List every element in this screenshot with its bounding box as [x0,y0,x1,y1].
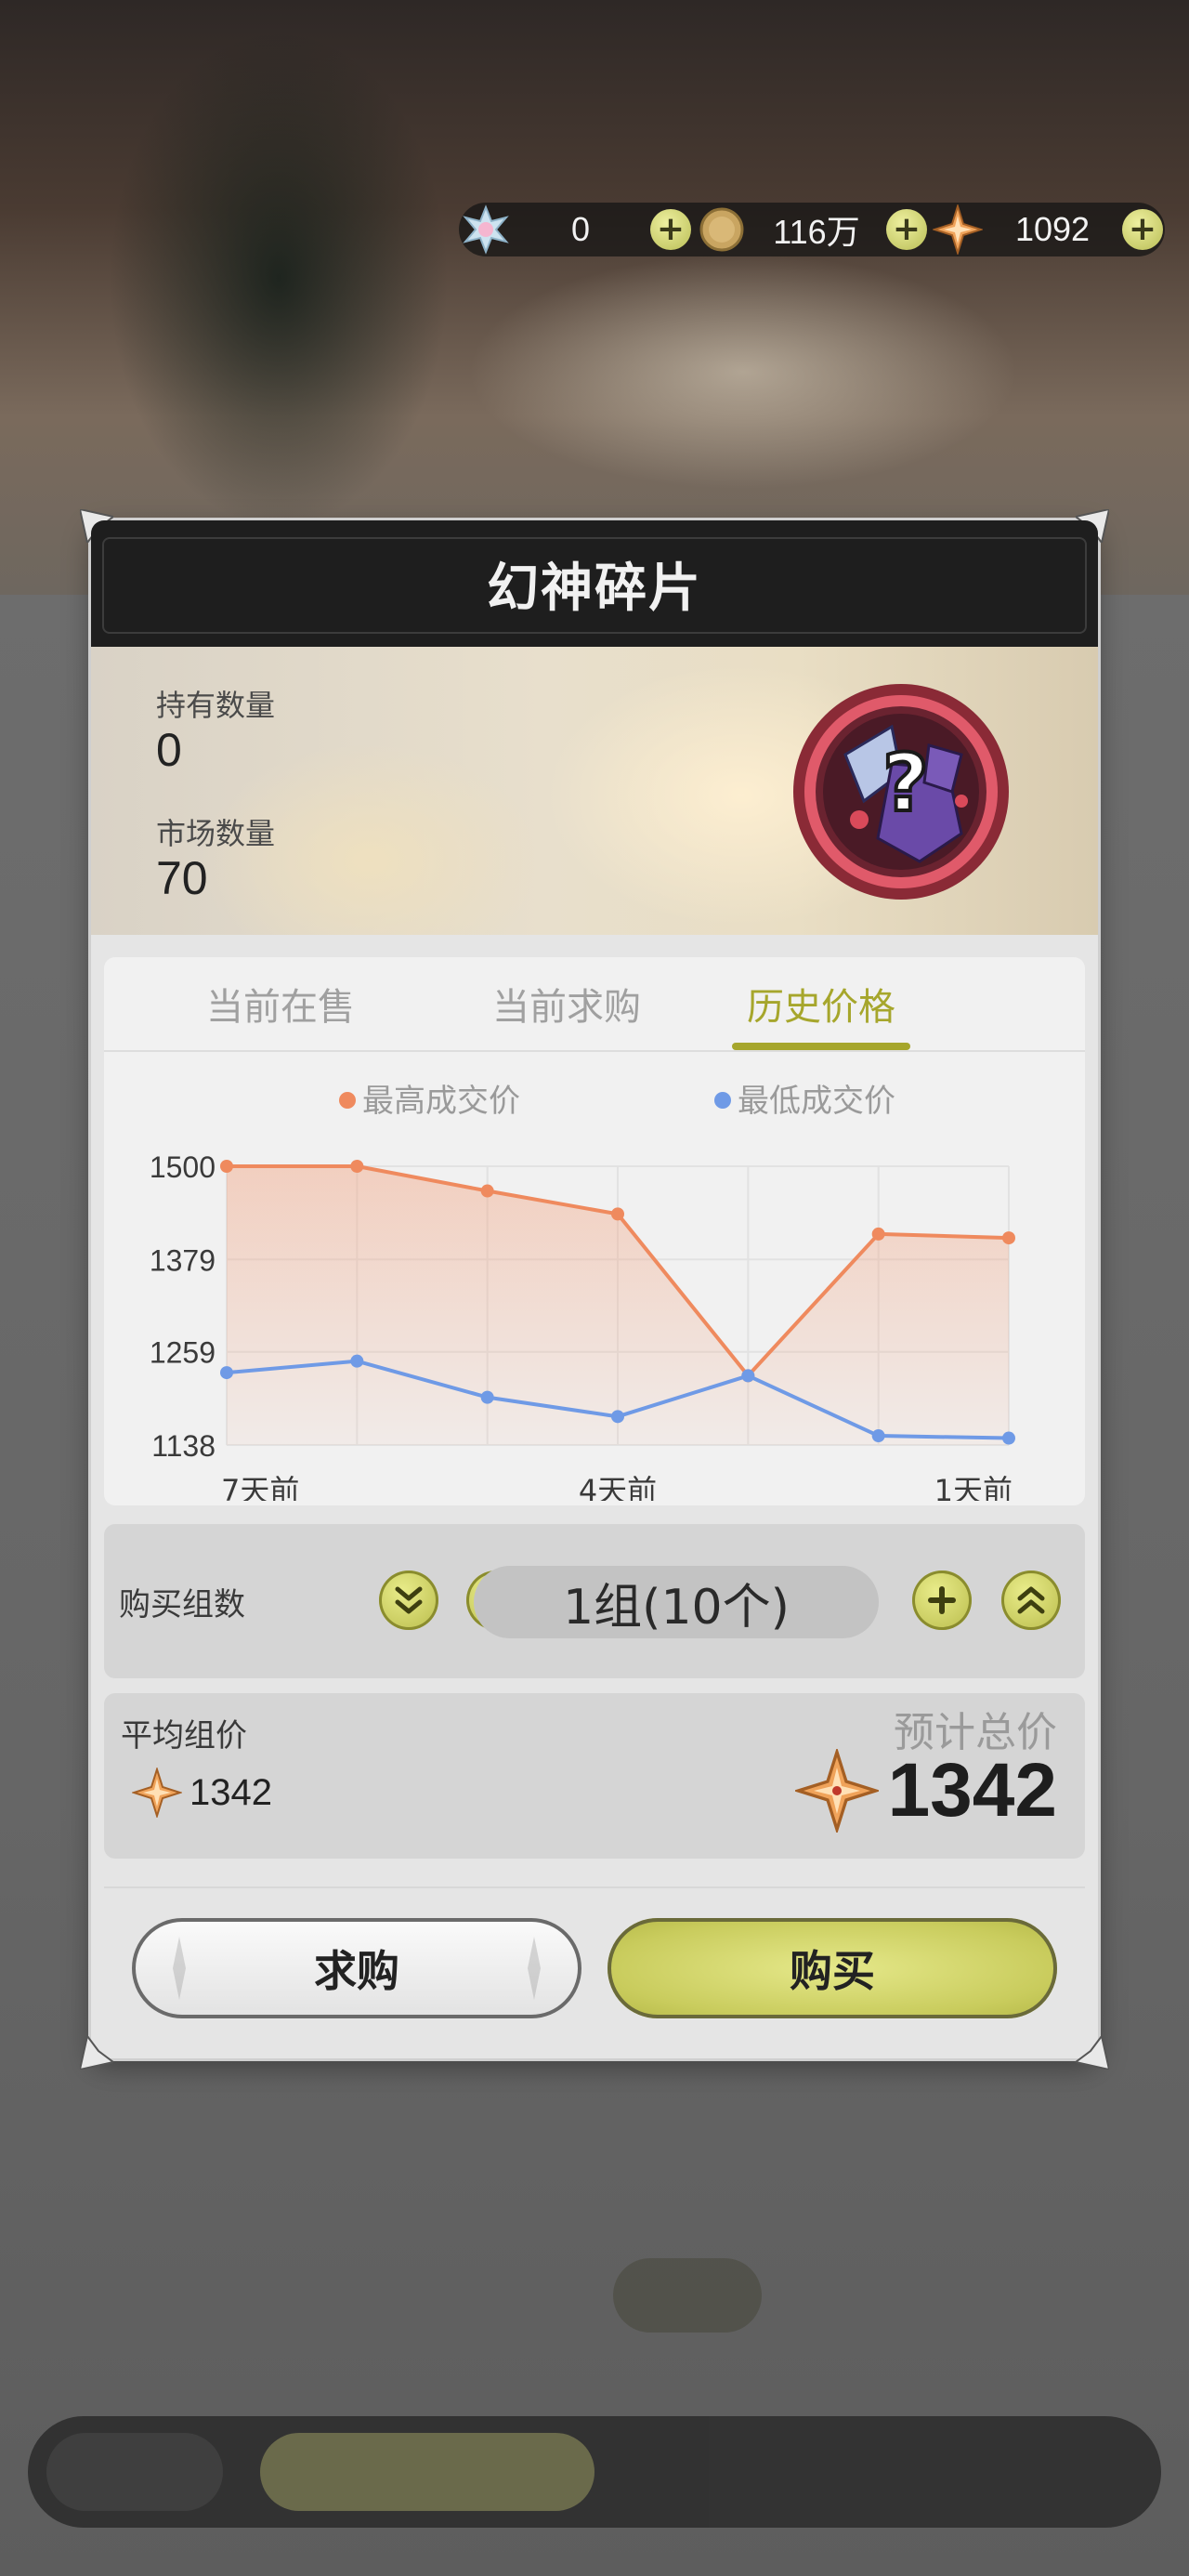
plus-icon [928,1586,956,1614]
price-history-chart: 最高成交价 最低成交价 1500 1379 1259 11387天前 4天前 1天前 [150,1083,1015,1501]
data-point [480,1390,494,1404]
buy-quantity-label: 购买组数 [119,1585,245,1623]
y-tick-label: 1259 [150,1336,216,1370]
star-shard-count: 1092 [1014,210,1091,248]
total-price: 1342 [794,1747,1057,1834]
total-price-value: 1342 [887,1748,1057,1833]
increase-many-button[interactable] [1001,1571,1061,1630]
market-label: 市场数量 [156,816,276,851]
star-shard-icon [933,204,983,255]
button-ornament-icon [528,1937,541,2000]
data-point [480,1184,494,1198]
quantity-display[interactable]: 1组(10个) [474,1566,879,1638]
request-button[interactable]: 求购 [132,1918,581,2018]
data-point [220,1366,233,1380]
average-price-label: 平均组价 [121,1717,247,1755]
background-chip [613,2258,762,2333]
add-star-shard-button[interactable]: + [1122,209,1163,250]
add-crystal-button[interactable]: + [650,209,691,250]
currency-star-shard: 1092 + [933,203,1163,256]
legend-label: 最低成交价 [738,1083,895,1120]
legend-marker [714,1092,731,1109]
data-point [350,1354,364,1368]
background-scene [0,0,1189,595]
y-tick-label: 1379 [150,1243,216,1277]
data-point [220,1160,233,1173]
button-ornament-icon [173,1937,186,2000]
decrease-many-button[interactable] [379,1571,438,1630]
divider [104,1886,1085,1888]
x-tick-label: 7天前 [221,1473,299,1501]
average-price: 1342 [132,1768,272,1818]
x-tick-label: 1天前 [934,1473,1013,1501]
legend-label: 最高成交价 [362,1083,520,1120]
market-item-dialog: 幻神碎片 持有数量 0 市场数量 70 ? 当前在售 当前求购 历史价格 最高成… [80,509,1109,2070]
double-chevron-down-icon [395,1586,423,1614]
crystal-icon [463,204,509,255]
currency-crystal: 0 + [461,203,691,256]
data-point [741,1369,755,1383]
tab-bar: 当前在售 当前求购 历史价格 [104,957,1085,1052]
y-tick-label: 1138 [151,1429,216,1463]
buy-button[interactable]: 购买 [608,1918,1057,2018]
star-shard-icon [794,1749,879,1833]
star-shard-icon [132,1768,182,1818]
data-point [1002,1231,1015,1245]
data-point [611,1207,624,1221]
data-point [1002,1431,1015,1445]
data-point [611,1410,624,1424]
owned-value: 0 [156,724,182,776]
legend-marker [339,1092,356,1109]
item-info-panel: 持有数量 0 市场数量 70 ? [91,647,1098,935]
crystal-count: 0 [570,210,591,248]
add-coin-button[interactable]: + [886,209,927,250]
double-chevron-up-icon [1017,1586,1045,1614]
buy-button-label: 购买 [790,1946,875,1996]
currency-bar: 0 + 116万 + 1092 + [459,203,1165,256]
dialog-header: 幻神碎片 [91,520,1098,647]
tab-buy-requests[interactable]: 当前求购 [427,957,706,1050]
tab-price-history[interactable]: 历史价格 [682,957,960,1050]
increase-button[interactable] [912,1571,972,1630]
currency-coin: 116万 + [697,203,927,256]
data-point [350,1160,364,1173]
active-tab-indicator [732,1043,910,1050]
corner-ornament-icon [80,2036,113,2070]
background-nav-knob [46,2433,223,2511]
x-tick-label: 4天前 [579,1473,657,1501]
coin-count: 116万 [773,213,860,251]
price-history-card: 当前在售 当前求购 历史价格 最高成交价 最低成交价 1500 1379 1259 11… [104,957,1085,1505]
corner-ornament-icon [1076,2036,1109,2070]
request-button-label: 求购 [314,1946,399,1996]
market-value: 70 [156,852,208,904]
tab-on-sale[interactable]: 当前在售 [141,957,420,1050]
background-nav-bar [28,2416,1161,2528]
average-price-value: 1342 [189,1771,272,1813]
data-point [871,1227,885,1241]
background-nav-pill [260,2433,594,2511]
owned-label: 持有数量 [156,688,276,723]
data-point [871,1429,885,1443]
price-summary-row: 平均组价 1342 预计总价 1342 [104,1693,1085,1859]
mystery-fragment-icon[interactable]: ? [790,680,1013,903]
buy-quantity-row: 购买组数 1组(10个) [104,1524,1085,1678]
y-tick-label: 1500 [150,1150,216,1184]
dialog-title: 幻神碎片 [487,558,702,619]
svg-text:?: ? [882,737,929,830]
coin-icon [699,207,744,252]
